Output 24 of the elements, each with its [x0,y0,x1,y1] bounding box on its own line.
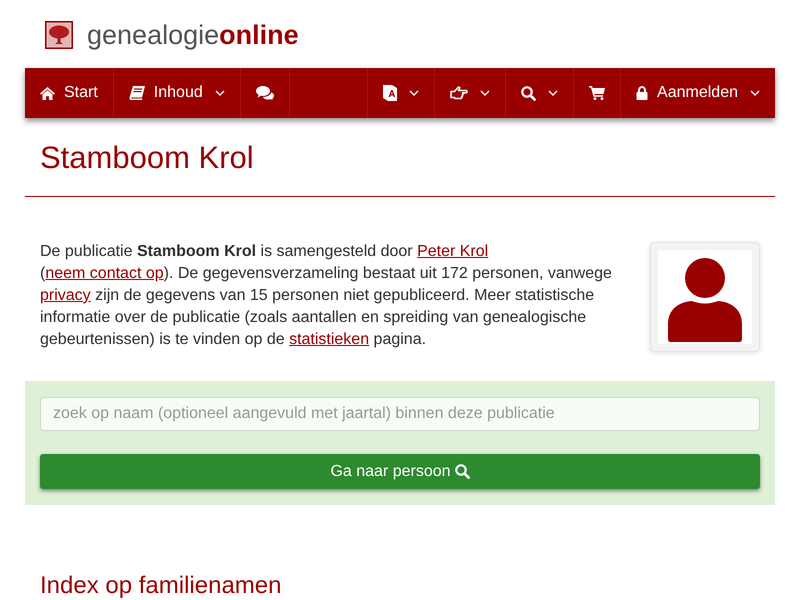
nav-item[interactable]: Inhoud [114,68,241,118]
nav-item[interactable]: Start [25,68,114,118]
book-icon [128,86,145,100]
page-title: Stamboom Krol [40,141,255,175]
lock-icon [636,86,648,100]
logo-text[interactable]: genealogieonline [87,22,299,48]
home-icon [40,86,55,100]
text-link[interactable]: Peter Krol [417,243,488,260]
text-link[interactable]: neem contact op [45,265,164,282]
translate-icon [383,85,398,101]
tree-icon[interactable] [45,21,73,49]
chat-icon [256,86,274,100]
intro-paragraph: De publicatie Stamboom Krol is samengesteld door Peter Krol (neem contact op). De gegevensverzameling bestaat uit 172 personen, vanwege privacy zijn de gegevens van 15 personen niet gepubliceerd. Meer statistische informatie over de publicatie (zoals aantallen en spreiding van genealogische gebeurtenissen) is te vinden op de statistieken pagina. [40,242,613,350]
nav-item[interactable]: Aanmelden [620,68,775,118]
person-icon [658,250,752,344]
search-field[interactable]: zoek op naam (optioneel aangevuld met jaartal) binnen deze publicatie [40,397,760,431]
cart-icon [589,86,606,100]
text-link[interactable]: statistieken [289,331,370,348]
pointing-hand-icon [450,86,468,100]
search-icon [454,464,470,479]
section-heading: Index op familienamen [40,573,282,599]
search-icon [521,86,536,100]
text-link[interactable]: privacy [40,287,91,304]
go-to-person-button[interactable]: Ga naar persoon [40,454,760,489]
